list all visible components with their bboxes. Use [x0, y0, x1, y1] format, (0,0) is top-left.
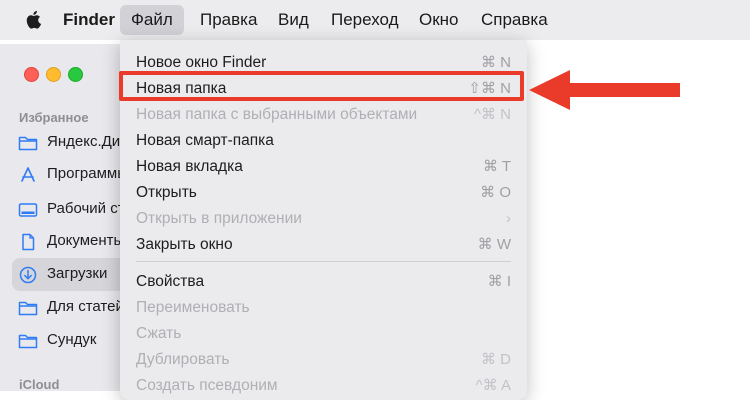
menu-item-open-with: Открыть в приложении › [136, 206, 511, 232]
menu-item-compress: Сжать [136, 321, 511, 347]
sidebar-item-label: Документы [47, 232, 125, 249]
menu-item-shortcut: ^⌘ A [475, 377, 511, 394]
menu-item-label: Новая смарт-папка [136, 132, 274, 149]
menu-item-new-folder-with-selection: Новая папка с выбранными объектами ^⌘ N [136, 102, 511, 128]
menu-file[interactable]: Файл [120, 5, 184, 35]
icloud-section-title: iCloud [19, 377, 60, 392]
menu-item-label: Сжать [136, 325, 182, 342]
menu-view[interactable]: Вид [278, 0, 309, 40]
zoom-window-button[interactable] [68, 67, 83, 82]
menu-item-shortcut: ⌘ D [481, 351, 511, 368]
menu-go[interactable]: Переход [331, 0, 399, 40]
sidebar-item-label: Загрузки [47, 265, 108, 282]
applications-icon [21, 167, 35, 182]
sidebar-item-label: Для статей [47, 298, 124, 315]
menu-edit[interactable]: Правка [200, 0, 257, 40]
minimize-window-button[interactable] [46, 67, 61, 82]
menu-item-shortcut: ⌘ T [482, 158, 511, 175]
document-icon [22, 233, 35, 251]
downloads-icon [19, 266, 37, 284]
menu-app-name[interactable]: Finder [63, 0, 115, 40]
menu-bar: Finder Файл Правка Вид Переход Окно Спра… [0, 0, 750, 40]
menu-item-label: Свойства [136, 273, 205, 290]
menu-item-label: Открыть в приложении [136, 210, 302, 227]
menu-item-get-info[interactable]: Свойства ⌘ I [136, 269, 511, 295]
menu-item-rename: Переименовать [136, 295, 511, 321]
menu-item-shortcut: ^⌘ N [473, 106, 511, 123]
menu-item-new-smart-folder[interactable]: Новая смарт-папка [136, 128, 511, 154]
folder-icon [18, 334, 38, 349]
menu-window[interactable]: Окно [419, 0, 459, 40]
menu-item-shortcut: ⌘ I [487, 273, 511, 290]
apple-icon[interactable] [25, 10, 41, 29]
menu-item-label: Дублировать [136, 351, 230, 368]
close-window-button[interactable] [24, 67, 39, 82]
sidebar-item-label: Программы [47, 165, 129, 182]
menu-item-open[interactable]: Открыть ⌘ O [136, 180, 511, 206]
sidebar-item-label: Сундук [47, 331, 97, 348]
menu-item-label: Открыть [136, 184, 197, 201]
menu-help[interactable]: Справка [481, 0, 548, 40]
folder-icon [18, 136, 38, 151]
highlight-box [119, 71, 524, 101]
menu-item-make-alias: Создать псевдоним ^⌘ A [136, 373, 511, 399]
menu-item-shortcut: ⌘ W [477, 236, 511, 253]
menu-item-shortcut: ⌘ O [480, 184, 511, 201]
menu-separator [136, 261, 511, 262]
menu-item-label: Новая папка с выбранными объектами [136, 106, 418, 123]
desktop-icon [18, 203, 38, 217]
menu-item-label: Закрыть окно [136, 236, 233, 253]
favorites-section-title: Избранное [19, 110, 89, 125]
menu-item-label: Новая вкладка [136, 158, 243, 175]
chevron-right-icon: › [506, 210, 511, 227]
menu-item-duplicate: Дублировать ⌘ D [136, 347, 511, 373]
folder-icon [18, 301, 38, 316]
arrow-left-icon [529, 70, 680, 110]
menu-item-label: Переименовать [136, 299, 250, 316]
menu-item-close-window[interactable]: Закрыть окно ⌘ W [136, 232, 511, 258]
menu-item-label: Создать псевдоним [136, 377, 278, 394]
menu-item-new-tab[interactable]: Новая вкладка ⌘ T [136, 154, 511, 180]
